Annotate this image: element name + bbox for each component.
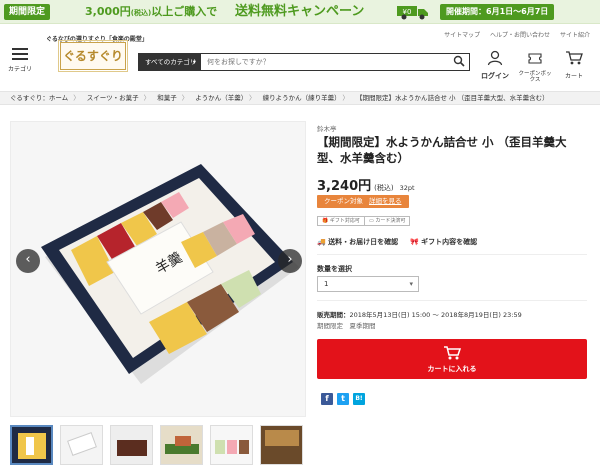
category-menu-label: カテゴリ — [8, 66, 33, 73]
util-link-help[interactable]: ヘルプ・お問い合わせ — [490, 32, 550, 39]
site-logo[interactable]: ぐるすぐり — [58, 40, 128, 72]
hatena-icon[interactable]: B! — [353, 393, 365, 405]
product-title: 【期間限定】水ようかん詰合せ 小 （歪目羊羹大型、水羊羹含む） — [317, 135, 567, 165]
breadcrumb: ぐるすぐり：ホーム〉 スイーツ・お菓子〉 和菓子〉 ようかん（羊羹）〉 練りよう… — [0, 91, 600, 105]
product-price: 3,240円 — [317, 179, 372, 194]
search-icon — [453, 55, 465, 67]
thumbnail[interactable] — [10, 425, 53, 465]
breadcrumb-current: 【期間限定】水ようかん詰合せ 小 （歪目羊羹大型、水羊羹含む） — [355, 94, 549, 102]
facebook-icon[interactable]: f — [321, 393, 333, 405]
search-category-select[interactable]: すべてのカテゴリ — [139, 54, 201, 70]
promo-tag: 期間限定 — [4, 4, 51, 20]
user-icon — [487, 50, 503, 66]
divider — [317, 254, 587, 255]
thumbnail[interactable] — [110, 425, 153, 465]
search-button[interactable] — [449, 54, 469, 70]
promo-headline: 送料無料キャンペーン — [235, 4, 365, 19]
thumbnail[interactable] — [60, 425, 103, 465]
promo-banner[interactable]: 期間限定 3,000円(税込)以上ご購入で 送料無料キャンペーン ¥0 開催期間… — [0, 0, 600, 24]
breadcrumb-item[interactable]: 練りようかん（練り羊羹） — [263, 94, 338, 102]
thumbnail[interactable] — [160, 425, 203, 465]
thumbnail[interactable] — [260, 425, 303, 465]
coupon-details-link[interactable]: 詳細を見る — [369, 197, 402, 205]
gallery-prev-button[interactable]: ‹ — [16, 249, 40, 273]
points: 32pt — [399, 184, 415, 192]
login-button[interactable]: ログイン — [481, 50, 509, 81]
coupon-box-button[interactable]: クーポンボックス — [518, 50, 552, 83]
tax-note: (税込) — [374, 184, 394, 192]
gift-icon: 🎁 — [322, 218, 329, 224]
price-row: 3,240円 (税込) 32pt — [317, 175, 415, 194]
breadcrumb-item[interactable]: ようかん（羊羹） — [195, 94, 244, 102]
cart-icon — [444, 346, 461, 360]
search-bar: すべてのカテゴリ — [138, 53, 470, 71]
util-link-sitemap[interactable]: サイトマップ — [444, 32, 480, 39]
breadcrumb-item[interactable]: 和菓子 — [157, 94, 177, 102]
add-to-cart-button[interactable]: カートに入れる — [317, 339, 587, 379]
thumbnail[interactable] — [210, 425, 253, 465]
chevron-right-icon: › — [287, 252, 293, 267]
shipping-link[interactable]: 🚚 送料・お届け日を確認 — [317, 237, 398, 247]
coupon-label: クーポン対象 — [324, 197, 363, 205]
card-icon: ▭ — [369, 218, 374, 224]
coupon-badge: クーポン対象 詳細を見る — [317, 195, 409, 208]
card-badge: ▭ カード決済可 — [364, 216, 411, 226]
sale-period: 販売期間：2018年5月13日(日) 15:00 〜 2018年8月19日(日)… — [317, 311, 522, 319]
search-input[interactable] — [203, 54, 443, 70]
breadcrumb-item[interactable]: スイーツ・お菓子 — [87, 94, 139, 102]
hamburger-icon — [12, 48, 28, 60]
gallery-next-button[interactable]: › — [278, 249, 302, 273]
truck-price: ¥0 — [403, 8, 412, 16]
add-to-cart-label: カートに入れる — [427, 365, 477, 373]
divider — [317, 300, 587, 301]
coupon-icon — [528, 53, 542, 64]
thumbnail-strip — [10, 425, 310, 465]
chevron-left-icon: ‹ — [25, 252, 31, 267]
util-link-about[interactable]: サイト紹介 — [560, 32, 590, 39]
gift-badge: 🎁 ギフト対応可 — [317, 216, 365, 226]
product-main-image: 羊羹 — [11, 122, 305, 416]
cart-label: カート — [565, 73, 584, 80]
shop-name[interactable]: 鈴木亭 — [317, 123, 337, 133]
sale-tags: 期間限定 夏季期間 — [317, 322, 376, 330]
cart-link[interactable]: カート — [565, 50, 583, 80]
category-menu-button[interactable]: カテゴリ — [8, 48, 32, 73]
product-image-gallery: 羊羹 — [10, 121, 306, 417]
quantity-select[interactable]: 1 — [317, 276, 419, 292]
gift-box-icon: 🎀 — [410, 238, 419, 246]
utility-links: サイトマップ ヘルプ・お問い合わせ サイト紹介 — [436, 30, 590, 39]
breadcrumb-item[interactable]: ぐるすぐり：ホーム — [10, 94, 68, 102]
cart-icon — [566, 51, 583, 65]
truck-icon: ¥0 — [397, 6, 428, 20]
promo-lead: 3,000円(税込)以上ご購入で — [85, 5, 218, 18]
truck-small-icon: 🚚 — [317, 238, 326, 246]
gift-contents-link[interactable]: 🎀 ギフト内容を確認 — [410, 237, 477, 247]
twitter-icon[interactable]: t — [337, 393, 349, 405]
promo-period: 開催期間：6月1日〜6月7日 — [440, 4, 555, 20]
quantity-label: 数量を選択 — [317, 265, 352, 273]
coupon-box-label: クーポンボックス — [518, 71, 552, 83]
login-label: ログイン — [481, 72, 509, 80]
